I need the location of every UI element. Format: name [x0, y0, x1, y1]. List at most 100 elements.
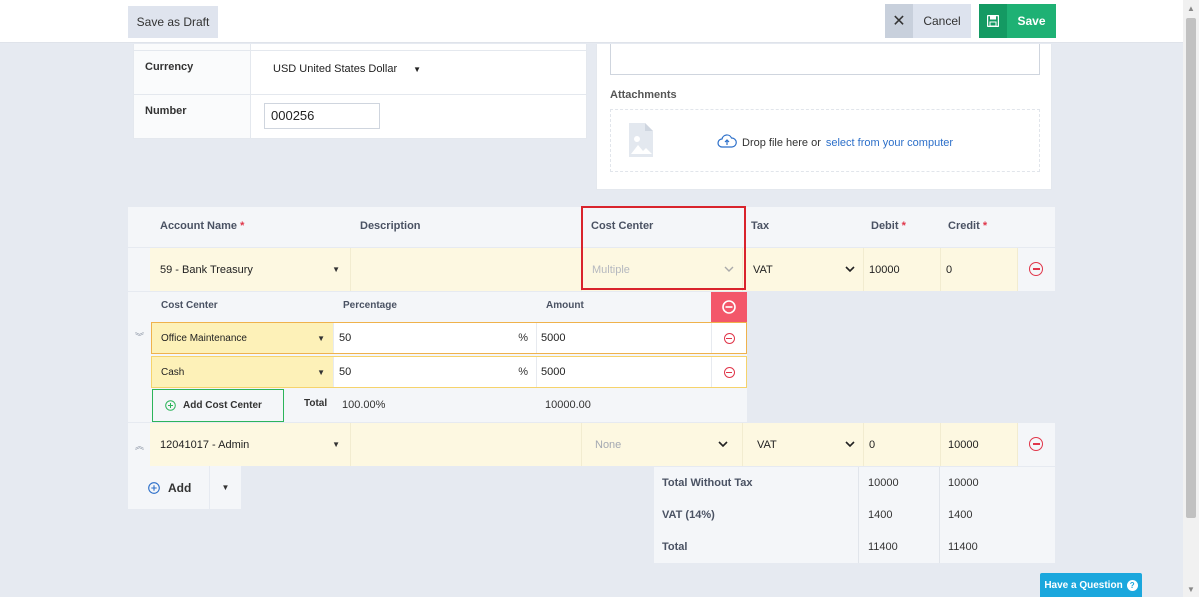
minus-circle-icon — [1029, 262, 1043, 276]
notes-textarea[interactable] — [610, 44, 1040, 75]
table-row: 59 - Bank Treasury ▼ Multiple VAT 10000 … — [128, 248, 1055, 291]
scroll-down-arrow-icon[interactable]: ▼ — [1183, 581, 1199, 597]
number-input[interactable]: 000256 — [264, 103, 380, 129]
account-select[interactable]: 12041017 - Admin ▼ — [150, 423, 351, 466]
cost-center-row: Office Maintenance ▼ 50 % 5000 — [151, 322, 747, 354]
totals-summary: Total Without Tax 10000 10000 VAT (14%) … — [654, 467, 1055, 563]
account-select[interactable]: 59 - Bank Treasury ▼ — [150, 248, 351, 291]
header-cost-center: Cost Center — [591, 220, 654, 232]
debit-input[interactable]: 0 — [864, 423, 941, 466]
journal-info-form: Currency USD United States Dollar ▼ Numb… — [133, 44, 587, 139]
sub-total-percentage: 100.00% — [342, 399, 386, 411]
chevron-down-icon — [845, 264, 855, 276]
tax-select[interactable]: VAT — [743, 423, 864, 466]
header-description: Description — [360, 220, 421, 232]
description-input[interactable] — [351, 248, 582, 291]
floppy-disk-icon — [979, 4, 1007, 38]
header-credit: Credit * — [948, 220, 988, 232]
remove-cost-center-button[interactable] — [712, 323, 746, 353]
question-icon: ? — [1126, 579, 1138, 591]
add-cost-center-button[interactable]: Add Cost Center — [152, 389, 284, 422]
scrollbar-thumb[interactable] — [1186, 18, 1196, 518]
chevron-down-icon — [845, 439, 855, 451]
cancel-button[interactable]: ✕ Cancel — [885, 4, 971, 38]
table-row: ︽ 12041017 - Admin ▼ None VAT 0 10000 — [128, 423, 1055, 466]
attachments-label: Attachments — [610, 89, 677, 101]
drop-text: Drop file here or — [742, 136, 821, 149]
minus-circle-icon — [723, 332, 735, 344]
sub-total-label: Total — [304, 398, 328, 409]
caret-down-icon: ▼ — [332, 265, 340, 274]
minus-circle-icon — [723, 366, 735, 378]
subtable-gutter: ︾ — [128, 292, 151, 422]
minus-circle-icon — [722, 300, 736, 314]
percentage-input[interactable]: 50 % — [334, 323, 537, 353]
scroll-up-arrow-icon[interactable]: ▲ — [1183, 0, 1199, 16]
debit-input[interactable]: 10000 — [864, 248, 941, 291]
add-row-button[interactable]: Add — [128, 466, 209, 509]
plus-circle-icon — [165, 400, 176, 411]
percent-sign: % — [518, 366, 528, 378]
file-dropzone[interactable]: Drop file here or select from your compu… — [610, 109, 1040, 172]
attachments-panel: Attachments Drop file here or select fro… — [596, 44, 1052, 190]
caret-down-icon: ▼ — [317, 367, 325, 377]
dropzone-text: Drop file here or select from your compu… — [717, 134, 953, 151]
plus-circle-icon — [148, 481, 160, 494]
sub-header-cost-center: Cost Center — [161, 300, 218, 311]
totals-row: Total Without Tax 10000 10000 — [662, 477, 979, 489]
caret-down-icon: ▼ — [317, 333, 325, 343]
image-file-icon — [627, 122, 655, 161]
tax-select[interactable]: VAT — [743, 248, 864, 291]
cost-center-select[interactable]: Multiple — [582, 248, 743, 291]
currency-row: Currency USD United States Dollar ▼ — [134, 50, 586, 94]
percent-sign: % — [518, 332, 528, 344]
credit-input[interactable]: 10000 — [941, 423, 1018, 466]
select-file-link[interactable]: select from your computer — [826, 137, 953, 149]
percentage-input[interactable]: 50 % — [334, 357, 537, 387]
upload-cloud-icon — [717, 134, 737, 151]
chevron-down-icon — [724, 264, 734, 276]
caret-down-icon: ▼ — [221, 483, 230, 492]
cost-center-select[interactable]: Cash ▼ — [152, 357, 334, 387]
minus-circle-icon — [1029, 437, 1043, 451]
amount-input[interactable]: 5000 — [537, 357, 712, 387]
collapse-down-icon[interactable]: ︾ — [135, 330, 144, 343]
sub-header-percentage: Percentage — [343, 300, 397, 311]
table-header: Account Name * Description Cost Center T… — [128, 207, 1055, 247]
totals-row: VAT (14%) 1400 1400 — [662, 509, 973, 521]
caret-down-icon: ▼ — [413, 64, 422, 74]
currency-select[interactable]: USD United States Dollar ▼ — [264, 57, 434, 81]
expand-up-icon[interactable]: ︽ — [135, 439, 144, 452]
close-icon: ✕ — [885, 4, 913, 38]
add-options-dropdown[interactable]: ▼ — [210, 466, 241, 509]
remove-row-button[interactable] — [1018, 248, 1055, 291]
page-scrollbar[interactable]: ▲ ▼ — [1183, 0, 1199, 597]
number-row: Number 000256 — [134, 94, 586, 138]
caret-down-icon: ▼ — [332, 440, 340, 449]
remove-cost-center-button[interactable] — [712, 357, 746, 387]
currency-label: Currency — [134, 51, 251, 94]
description-input[interactable] — [351, 423, 582, 466]
sub-header-amount: Amount — [546, 300, 584, 311]
header-tax: Tax — [751, 220, 770, 232]
save-as-draft-button[interactable]: Save as Draft — [128, 6, 218, 38]
cost-center-breakdown: Cost Center Percentage Amount Office Mai… — [151, 292, 747, 422]
number-label: Number — [134, 95, 251, 138]
cost-center-select[interactable]: Office Maintenance ▼ — [152, 323, 334, 353]
have-a-question-button[interactable]: Have a Question ? — [1040, 573, 1142, 597]
chevron-down-icon — [718, 439, 728, 451]
amount-input[interactable]: 5000 — [537, 323, 712, 353]
currency-value: USD United States Dollar — [273, 63, 398, 75]
sub-total-amount: 10000.00 — [545, 399, 591, 411]
cost-center-row: Cash ▼ 50 % 5000 — [151, 356, 747, 388]
save-label: Save — [1017, 14, 1046, 28]
totals-row: Total 11400 11400 — [662, 541, 978, 553]
header-account-name: Account Name * — [160, 220, 245, 232]
save-button[interactable]: Save — [979, 4, 1056, 38]
cost-center-select[interactable]: None — [582, 423, 743, 466]
remove-row-button[interactable] — [1018, 423, 1055, 466]
header-debit: Debit * — [871, 220, 906, 232]
credit-input[interactable]: 0 — [941, 248, 1018, 291]
cancel-label: Cancel — [923, 14, 961, 28]
remove-all-cost-centers-button[interactable] — [711, 292, 747, 322]
